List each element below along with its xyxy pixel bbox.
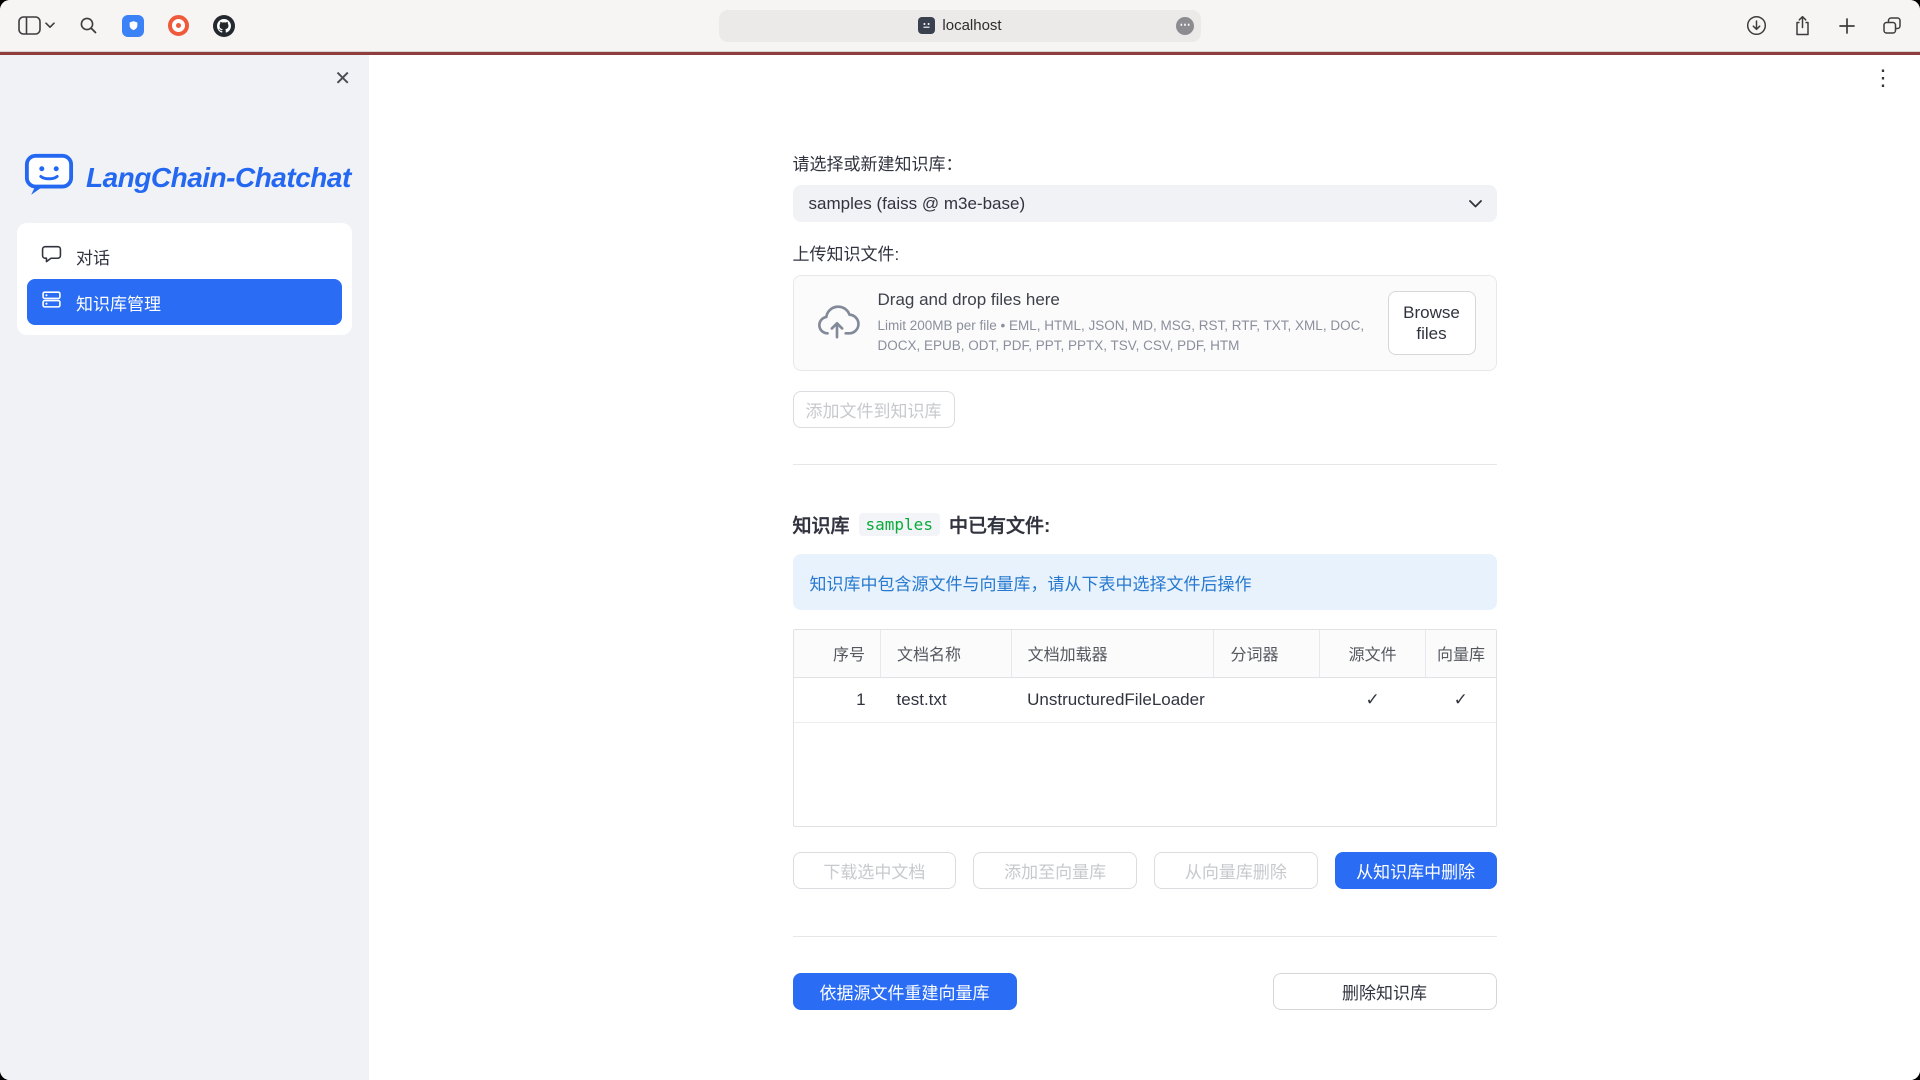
app-menu-button[interactable]: ⋮ [1872,67,1894,89]
chevron-down-icon [1469,200,1482,208]
page-settings-button[interactable]: ⋯ [1176,17,1194,35]
kb-action-buttons: 依据源文件重建向量库 删除知识库 [793,973,1497,1010]
close-sidebar-button[interactable]: ✕ [334,69,351,89]
toolbar-right-group [1746,15,1902,36]
kb-files-heading: 知识库 samples 中已有文件: [793,511,1497,538]
chevron-down-icon [45,22,55,29]
search-button[interactable] [79,16,98,35]
kb-select[interactable]: samples (faiss @ m3e-base) [793,185,1497,222]
dropzone-limit-text: Limit 200MB per file • EML, HTML, JSON, … [878,316,1370,355]
kebab-icon: ⋮ [1872,65,1894,90]
downloads-button[interactable] [1746,15,1767,36]
cloud-upload-icon [814,302,860,345]
rebuild-vector-store-button[interactable]: 依据源文件重建向量库 [793,973,1017,1010]
files-table: 序号 文档名称 文档加载器 分词器 源文件 向量库 1 test [793,629,1497,827]
address-bar[interactable]: localhost ⋯ [719,10,1201,42]
browser-window: localhost ⋯ [0,0,1920,1080]
site-favicon [918,17,935,34]
divider [793,464,1497,465]
share-icon [1793,15,1812,36]
toolbar-left-group [18,15,235,37]
chatchat-logo-icon [24,152,74,203]
browser-toolbar: localhost ⋯ [0,0,1920,52]
sidebar-item-chat[interactable]: 对话 [27,233,342,279]
app-area: ✕ LangChain-Chatchat [0,55,1920,1080]
cell-index: 1 [794,677,881,722]
content-column: 请选择或新建知识库： samples (faiss @ m3e-base) 上传… [793,55,1497,1010]
sidebar-panel-icon [18,16,41,35]
sidebar-menu: 对话 知识库管理 [17,223,352,335]
cell-loader: UnstructuredFileLoader [1011,677,1214,722]
plus-icon [1838,17,1856,35]
github-button[interactable] [213,15,235,37]
file-dropzone[interactable]: Drag and drop files here Limit 200MB per… [793,275,1497,371]
column-header-source[interactable]: 源文件 [1319,630,1426,677]
main-area: ⋮ 请选择或新建知识库： samples (faiss @ m3e-base) … [369,55,1920,1080]
dropzone-text: Drag and drop files here Limit 200MB per… [878,290,1370,355]
column-header-splitter[interactable]: 分词器 [1214,630,1319,677]
heading-prefix: 知识库 [793,511,850,538]
dropzone-title: Drag and drop files here [878,290,1370,310]
info-banner: 知识库中包含源文件与向量库，请从下表中选择文件后操作 [793,554,1497,610]
file-action-buttons: 下载选中文档 添加至向量库 从向量库删除 从知识库中删除 [793,852,1497,889]
search-icon [79,16,98,35]
heading-suffix: 中已有文件: [949,511,1050,538]
cell-splitter [1214,677,1319,722]
browse-files-button[interactable]: Browse files [1388,291,1476,356]
delete-kb-button[interactable]: 删除知识库 [1273,973,1497,1010]
remove-from-vector-store-button[interactable]: 从向量库删除 [1154,852,1318,889]
download-icon [1746,15,1767,36]
close-icon: ✕ [334,68,351,90]
upload-label: 上传知识文件: [793,240,1497,265]
kb-select-value: samples (faiss @ m3e-base) [809,194,1026,214]
url-text: localhost [942,17,1001,34]
sidebar: ✕ LangChain-Chatchat [0,55,369,1080]
tabs-icon [1882,16,1902,35]
cell-in-vector: ✓ [1426,677,1496,722]
column-header-name[interactable]: 文档名称 [881,630,1012,677]
sidebar-item-label: 对话 [76,244,110,269]
tab-overview-button[interactable] [1882,16,1902,35]
ellipsis-icon: ⋯ [1180,19,1191,31]
add-to-vector-store-button[interactable]: 添加至向量库 [973,852,1137,889]
sidebar-toggle-button[interactable] [18,16,55,35]
kb-select-label: 请选择或新建知识库： [793,150,1497,175]
extension-blue-button[interactable] [122,15,144,37]
divider [793,936,1497,937]
sidebar-item-label: 知识库管理 [76,290,161,315]
add-files-to-kb-button[interactable]: 添加文件到知识库 [793,391,955,428]
logo-text: LangChain-Chatchat [86,162,351,194]
table-header-row: 序号 文档名称 文档加载器 分词器 源文件 向量库 [794,630,1496,677]
share-button[interactable] [1793,15,1812,36]
sidebar-item-kb-management[interactable]: 知识库管理 [27,279,342,325]
kb-name-code: samples [859,513,940,536]
cell-in-source: ✓ [1319,677,1426,722]
app-logo: LangChain-Chatchat [24,152,369,203]
chat-bubble-icon [41,243,62,269]
column-header-loader[interactable]: 文档加载器 [1011,630,1214,677]
download-selected-button[interactable]: 下载选中文档 [793,852,957,889]
column-header-vector[interactable]: 向量库 [1426,630,1496,677]
cell-doc-name: test.txt [881,677,1012,722]
database-stack-icon [41,289,62,315]
table-empty-area [794,722,1496,826]
table-row[interactable]: 1 test.txt UnstructuredFileLoader ✓ ✓ [794,677,1496,722]
ring-extension-icon [168,15,189,36]
column-header-index[interactable]: 序号 [794,630,881,677]
new-tab-button[interactable] [1838,17,1856,35]
delete-from-kb-button[interactable]: 从知识库中删除 [1335,852,1497,889]
shield-extension-icon [122,15,144,37]
github-icon [213,15,235,37]
extension-orange-button[interactable] [168,15,189,36]
